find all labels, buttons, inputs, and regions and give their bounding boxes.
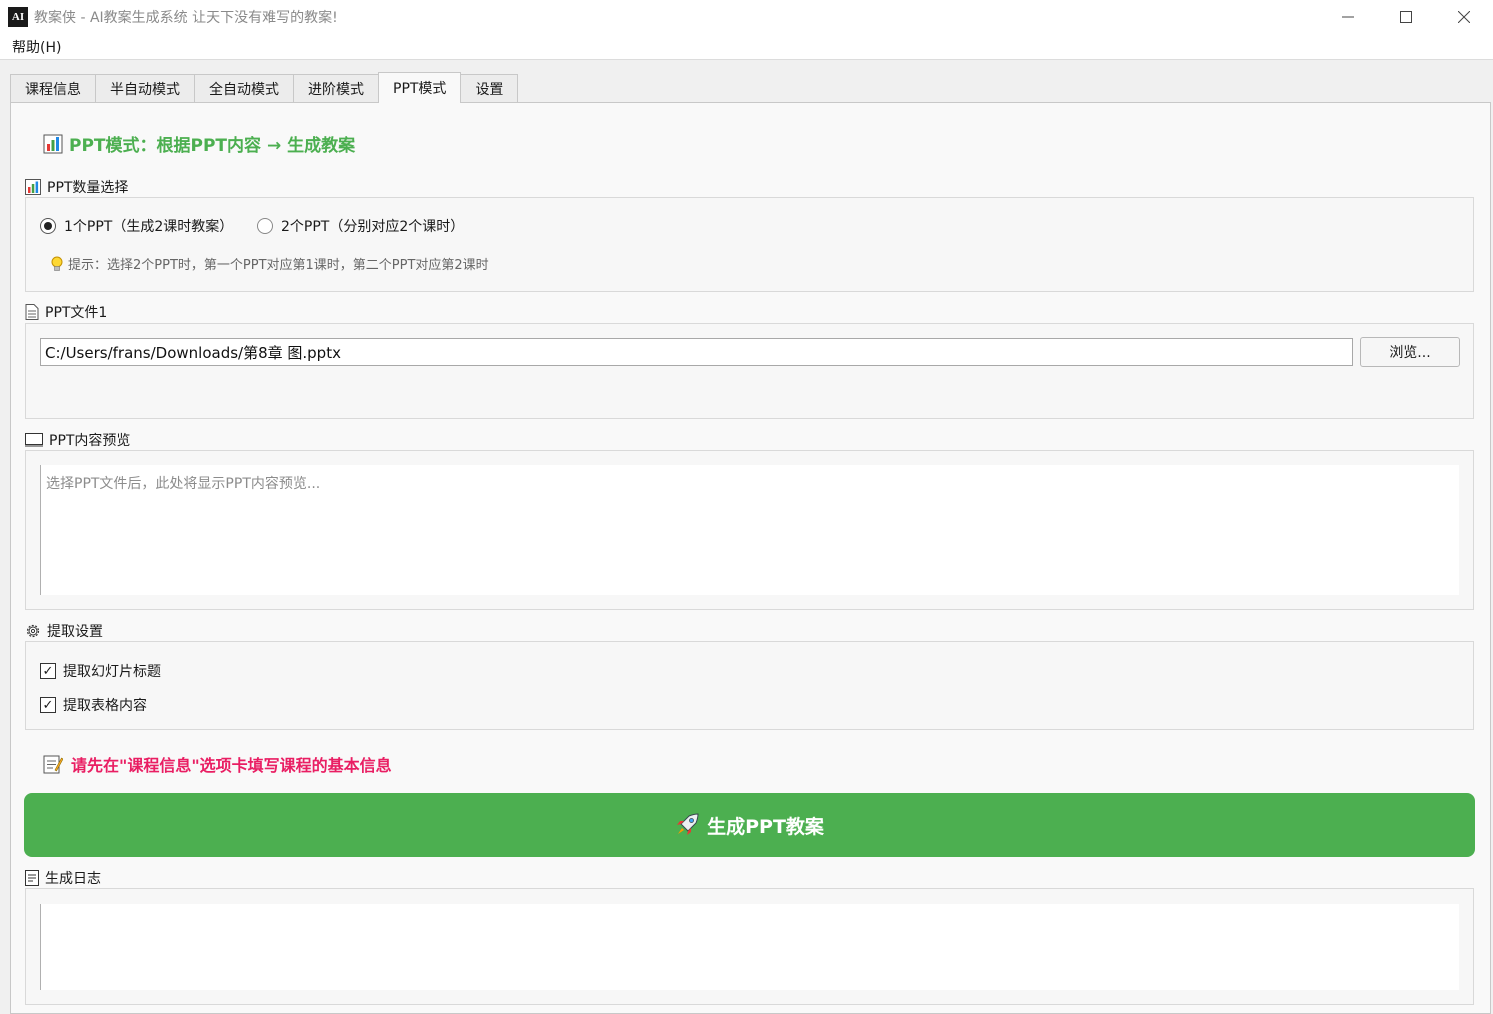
menu-help[interactable]: 帮助(H) bbox=[12, 37, 61, 57]
course-info-warning: 请先在"课程信息"选项卡填写课程的基本信息 bbox=[43, 752, 392, 776]
radio-two-ppt-circle[interactable] bbox=[257, 218, 273, 234]
extract-settings-group: ✓ 提取幻灯片标题 ✓ 提取表格内容 bbox=[25, 641, 1474, 730]
lightbulb-icon bbox=[51, 256, 63, 271]
gear-icon bbox=[26, 624, 40, 638]
ppt-count-label: PPT数量选择 bbox=[25, 177, 128, 197]
mode-title-text: PPT模式：根据PPT内容 → 生成教案 bbox=[69, 136, 356, 156]
ppt-preview-placeholder: 选择PPT文件后，此处将显示PPT内容预览... bbox=[46, 476, 321, 492]
mode-title: PPT模式：根据PPT内容 → 生成教案 bbox=[43, 131, 355, 156]
ppt-preview-textarea[interactable]: 选择PPT文件后，此处将显示PPT内容预览... bbox=[40, 465, 1459, 595]
generate-ppt-plan-label: 生成PPT教案 bbox=[707, 815, 824, 838]
ppt-file-path-input[interactable]: C:/Users/frans/Downloads/第8章 图.pptx bbox=[40, 338, 1353, 366]
document-icon bbox=[25, 304, 39, 320]
radio-one-ppt-label: 1个PPT（生成2课时教案） bbox=[64, 219, 234, 235]
minimize-button[interactable] bbox=[1319, 0, 1377, 34]
log-icon bbox=[25, 870, 39, 886]
window-controls bbox=[1319, 0, 1493, 34]
maximize-icon bbox=[1400, 11, 1412, 23]
maximize-button[interactable] bbox=[1377, 0, 1435, 34]
ppt-mode-panel: PPT模式：根据PPT内容 → 生成教案 PPT数量选择 1个PPT（生成2课时… bbox=[10, 102, 1491, 1014]
tab-course-info[interactable]: 课程信息 bbox=[10, 74, 96, 103]
extract-titles-label: 提取幻灯片标题 bbox=[63, 664, 161, 680]
ppt-file-label: PPT文件1 bbox=[25, 302, 107, 322]
generate-ppt-plan-button[interactable]: 生成PPT教案 bbox=[24, 793, 1475, 857]
tab-ppt-mode[interactable]: PPT模式 bbox=[378, 72, 462, 103]
bar-chart-icon bbox=[25, 179, 41, 195]
extract-tables-label: 提取表格内容 bbox=[63, 698, 147, 714]
tab-advanced[interactable]: 进阶模式 bbox=[293, 74, 379, 103]
window-title: 教案侠 - AI教案生成系统 让天下没有难写的教案! bbox=[34, 10, 338, 26]
generation-log-group bbox=[25, 888, 1474, 1005]
rocket-icon bbox=[677, 813, 699, 835]
extract-titles-option[interactable]: ✓ 提取幻灯片标题 bbox=[40, 661, 161, 681]
extract-titles-checkbox[interactable]: ✓ bbox=[40, 663, 56, 679]
close-button[interactable] bbox=[1435, 0, 1493, 34]
generation-log-label: 生成日志 bbox=[25, 868, 101, 888]
app-logo-icon: AI bbox=[8, 7, 28, 27]
bar-chart-icon bbox=[43, 134, 63, 153]
tab-bar: 课程信息 半自动模式 全自动模式 进阶模式 PPT模式 设置 bbox=[10, 72, 519, 103]
ppt-count-label-text: PPT数量选择 bbox=[47, 180, 129, 196]
close-icon bbox=[1458, 11, 1470, 23]
browse-button[interactable]: 浏览... bbox=[1360, 337, 1460, 367]
tab-settings[interactable]: 设置 bbox=[460, 74, 519, 103]
radio-one-ppt[interactable]: 1个PPT（生成2课时教案） bbox=[40, 216, 233, 236]
title-bar: AI 教案侠 - AI教案生成系统 让天下没有难写的教案! bbox=[0, 0, 1493, 34]
monitor-icon bbox=[25, 433, 43, 447]
radio-two-ppt[interactable]: 2个PPT（分别对应2个课时） bbox=[257, 216, 464, 236]
tab-full-auto[interactable]: 全自动模式 bbox=[194, 74, 294, 103]
ppt-preview-label: PPT内容预览 bbox=[25, 430, 130, 450]
menu-bar: 帮助(H) bbox=[0, 34, 1493, 60]
ppt-count-hint: 提示：选择2个PPT时，第一个PPT对应第1课时，第二个PPT对应第2课时 bbox=[50, 254, 489, 273]
ppt-count-hint-text: 提示：选择2个PPT时，第一个PPT对应第1课时，第二个PPT对应第2课时 bbox=[68, 258, 489, 273]
extract-settings-label: 提取设置 bbox=[25, 621, 103, 641]
minimize-icon bbox=[1342, 16, 1354, 18]
extract-tables-checkbox[interactable]: ✓ bbox=[40, 697, 56, 713]
ppt-file-group: C:/Users/frans/Downloads/第8章 图.pptx 浏览..… bbox=[25, 323, 1474, 419]
radio-one-ppt-circle[interactable] bbox=[40, 218, 56, 234]
ppt-preview-label-text: PPT内容预览 bbox=[49, 433, 131, 449]
generation-log-label-text: 生成日志 bbox=[45, 871, 101, 887]
ppt-file-label-text: PPT文件1 bbox=[45, 305, 108, 321]
course-info-warning-text: 请先在"课程信息"选项卡填写课程的基本信息 bbox=[71, 756, 392, 775]
ppt-count-group: 1个PPT（生成2课时教案） 2个PPT（分别对应2个课时） 提示：选择2个PP… bbox=[25, 197, 1474, 292]
extract-settings-label-text: 提取设置 bbox=[47, 624, 103, 640]
memo-icon bbox=[43, 755, 63, 774]
tab-semi-auto[interactable]: 半自动模式 bbox=[95, 74, 195, 103]
ppt-preview-group: 选择PPT文件后，此处将显示PPT内容预览... bbox=[25, 450, 1474, 610]
extract-tables-option[interactable]: ✓ 提取表格内容 bbox=[40, 695, 147, 715]
radio-two-ppt-label: 2个PPT（分别对应2个课时） bbox=[281, 219, 465, 235]
generation-log-textarea[interactable] bbox=[40, 904, 1459, 990]
